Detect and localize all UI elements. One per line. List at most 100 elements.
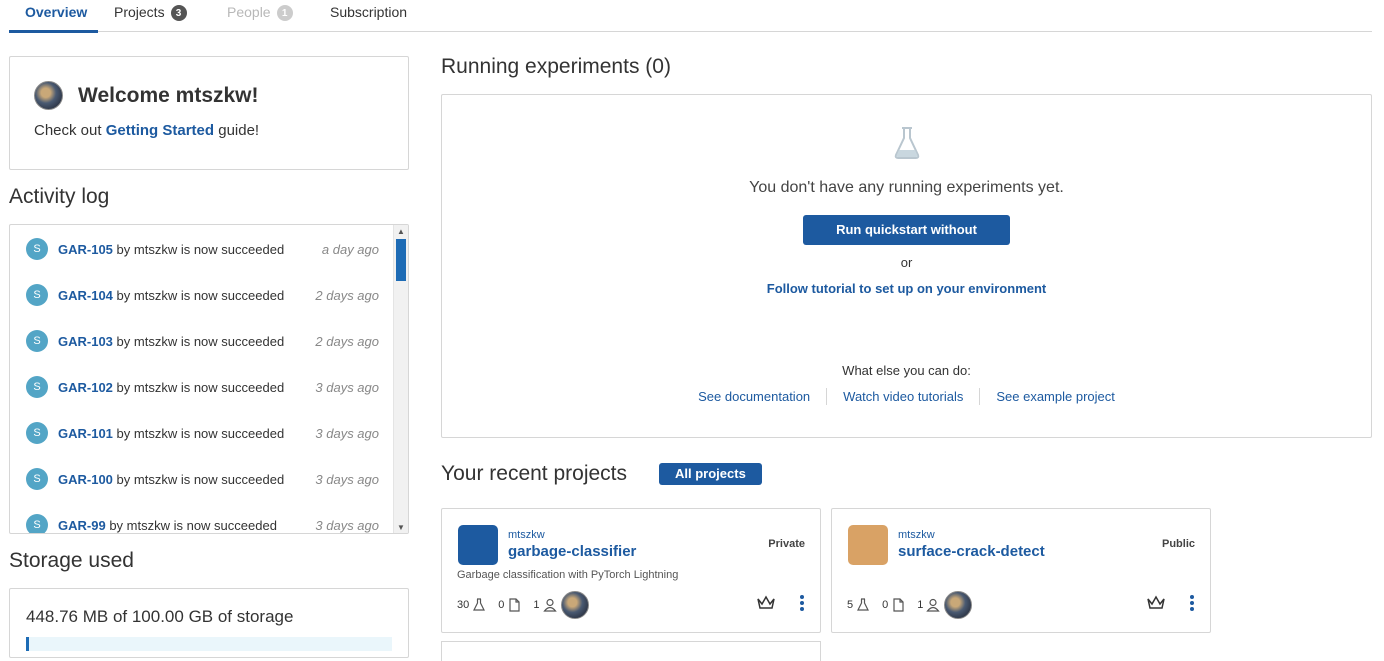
project-owner[interactable]: mtszkw bbox=[508, 529, 545, 541]
welcome-title: Welcome mtszkw! bbox=[78, 83, 259, 107]
recent-projects-title: Your recent projects bbox=[441, 462, 627, 485]
members-count: 1 bbox=[533, 598, 557, 612]
activity-time: 3 days ago bbox=[315, 379, 379, 395]
activity-item: S GAR-102 by mtszkw is now succeeded 3 day… bbox=[10, 364, 393, 410]
experiment-link[interactable]: GAR-102 bbox=[58, 380, 113, 395]
user-avatar bbox=[34, 81, 63, 110]
activity-text: by mtszkw is now succeeded bbox=[116, 379, 285, 395]
flask-icon bbox=[473, 598, 486, 611]
experiment-link[interactable]: GAR-103 bbox=[58, 334, 113, 349]
tab-people-badge: 1 bbox=[276, 5, 293, 21]
activity-item: S GAR-99 by mtszkw is now succeeded 3 days… bbox=[10, 502, 393, 533]
project-card[interactable]: mtszkw garbage-classifier Private Garbag… bbox=[441, 508, 821, 633]
welcome-card: Welcome mtszkw! Check out Getting Starte… bbox=[9, 56, 409, 170]
flask-icon bbox=[894, 127, 920, 159]
crown-icon bbox=[1147, 595, 1165, 609]
notebook-icon bbox=[509, 598, 520, 612]
see-documentation-link[interactable]: See documentation bbox=[682, 388, 826, 405]
storage-text: 448.76 MB of 100.00 GB of storage bbox=[26, 607, 294, 626]
recent-projects-header: Your recent projects All projects bbox=[441, 462, 762, 486]
tab-people[interactable]: People 1 bbox=[211, 0, 314, 32]
project-card[interactable] bbox=[441, 641, 821, 661]
members-count-value: 1 bbox=[533, 599, 540, 611]
project-visibility: Private bbox=[768, 538, 805, 550]
member-avatar[interactable] bbox=[560, 591, 589, 619]
storage-title: Storage used bbox=[9, 549, 134, 572]
activity-time: 2 days ago bbox=[315, 287, 379, 303]
activity-text: by mtszkw is now succeeded bbox=[116, 425, 285, 441]
tab-projects[interactable]: Projects 3 bbox=[98, 0, 211, 32]
scroll-down-icon[interactable]: ▼ bbox=[394, 521, 408, 533]
getting-started-link[interactable]: Getting Started bbox=[106, 122, 214, 139]
storage-bar-fill bbox=[26, 637, 29, 651]
project-owner[interactable]: mtszkw bbox=[898, 529, 935, 541]
follow-tutorial-link[interactable]: Follow tutorial to set up on your enviro… bbox=[767, 281, 1047, 296]
flask-icon bbox=[857, 598, 870, 611]
experiments-count-value: 30 bbox=[457, 599, 470, 611]
all-projects-button[interactable]: All projects bbox=[659, 463, 762, 485]
activity-avatar: S bbox=[26, 238, 48, 260]
activity-list: S GAR-105 by mtszkw is now succeeded a day… bbox=[10, 225, 393, 533]
activity-text: by mtszkw is now succeeded bbox=[116, 333, 285, 349]
experiments-count: 5 bbox=[847, 598, 870, 612]
experiment-link[interactable]: GAR-105 bbox=[58, 242, 113, 257]
project-name[interactable]: garbage-classifier bbox=[508, 543, 636, 560]
activity-item: S GAR-104 by mtszkw is now succeeded 2 day… bbox=[10, 272, 393, 318]
watch-video-tutorials-link[interactable]: Watch video tutorials bbox=[826, 388, 979, 405]
experiment-link[interactable]: GAR-104 bbox=[58, 288, 113, 303]
storage-card: 448.76 MB of 100.00 GB of storage bbox=[9, 588, 409, 658]
activity-item: S GAR-100 by mtszkw is now succeeded 3 day… bbox=[10, 456, 393, 502]
user-icon bbox=[926, 598, 941, 612]
activity-time: a day ago bbox=[321, 241, 379, 257]
project-icon bbox=[848, 525, 888, 565]
project-card[interactable]: mtszkw surface-crack-detect Public 5 0 1 bbox=[831, 508, 1211, 633]
or-text: or bbox=[900, 255, 913, 270]
what-else-text: What else you can do: bbox=[842, 363, 971, 378]
project-icon bbox=[458, 525, 498, 565]
experiments-count-value: 5 bbox=[847, 599, 854, 611]
tab-projects-label: Projects bbox=[114, 4, 165, 20]
notebooks-count: 0 bbox=[498, 598, 521, 612]
crown-icon bbox=[757, 595, 775, 609]
project-menu-icon[interactable] bbox=[800, 595, 804, 613]
tab-projects-badge: 3 bbox=[170, 5, 187, 21]
activity-time: 2 days ago bbox=[315, 333, 379, 349]
scroll-thumb[interactable] bbox=[396, 239, 406, 281]
activity-text: by mtszkw is now succeeded bbox=[109, 517, 277, 533]
notebooks-count-value: 0 bbox=[498, 599, 505, 611]
activity-text: by mtszkw is now succeeded bbox=[116, 241, 285, 257]
member-avatar[interactable] bbox=[944, 591, 973, 619]
project-description: Garbage classification with PyTorch Ligh… bbox=[457, 569, 679, 581]
activity-avatar: S bbox=[26, 514, 48, 533]
activity-avatar: S bbox=[26, 468, 48, 490]
scroll-up-icon[interactable]: ▲ bbox=[394, 225, 408, 237]
project-name[interactable]: surface-crack-detect bbox=[898, 543, 1045, 560]
running-experiments-title: Running experiments (0) bbox=[441, 55, 671, 78]
activity-avatar: S bbox=[26, 376, 48, 398]
experiment-link[interactable]: GAR-100 bbox=[58, 472, 113, 487]
activity-text: by mtszkw is now succeeded bbox=[116, 471, 285, 487]
tab-bar: Overview Projects 3 People 1 Subscriptio… bbox=[9, 0, 1372, 33]
notebooks-count-value: 0 bbox=[882, 599, 889, 611]
running-experiments-panel: You don't have any running experiments y… bbox=[441, 94, 1372, 438]
members-count: 1 bbox=[917, 598, 941, 612]
experiment-link[interactable]: GAR-101 bbox=[58, 426, 113, 441]
project-menu-icon[interactable] bbox=[1190, 595, 1194, 613]
tab-subscription[interactable]: Subscription bbox=[314, 0, 423, 32]
tab-people-label: People bbox=[227, 4, 271, 20]
activity-item: S GAR-101 by mtszkw is now succeeded 3 day… bbox=[10, 410, 393, 456]
activity-text: by mtszkw is now succeeded bbox=[116, 287, 285, 303]
tab-overview-label: Overview bbox=[25, 4, 88, 20]
activity-time: 3 days ago bbox=[315, 425, 379, 441]
activity-scrollbar[interactable]: ▲ ▼ bbox=[393, 225, 408, 533]
storage-bar bbox=[26, 637, 392, 651]
see-example-project-link[interactable]: See example project bbox=[979, 388, 1131, 405]
experiment-link[interactable]: GAR-99 bbox=[58, 518, 106, 533]
activity-time: 3 days ago bbox=[315, 517, 379, 533]
run-quickstart-button[interactable]: Run quickstart without setup bbox=[803, 215, 1010, 267]
tab-overview[interactable]: Overview bbox=[9, 0, 98, 33]
welcome-text-suffix: guide! bbox=[218, 122, 260, 139]
activity-avatar: S bbox=[26, 330, 48, 352]
activity-item: S GAR-103 by mtszkw is now succeeded 2 day… bbox=[10, 318, 393, 364]
notebooks-count: 0 bbox=[882, 598, 905, 612]
